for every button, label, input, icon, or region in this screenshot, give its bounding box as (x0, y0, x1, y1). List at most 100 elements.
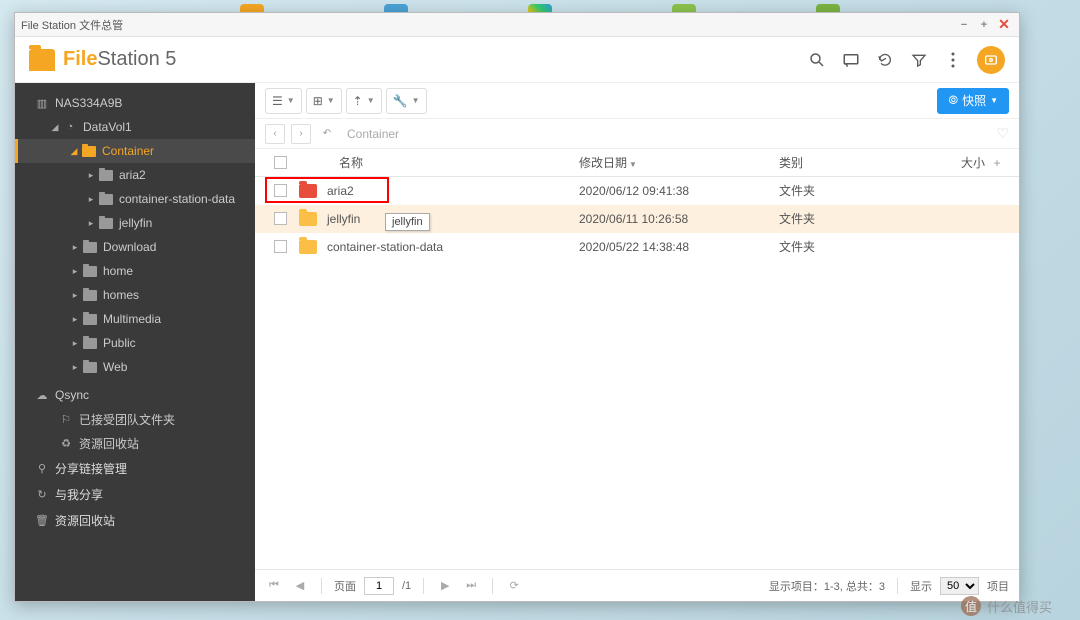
undo-button[interactable]: ↶ (317, 124, 337, 144)
favorite-icon[interactable]: ♡ (996, 125, 1009, 142)
collapse-arrow-icon: ▸ (69, 314, 81, 325)
next-page-button[interactable]: ▶ (436, 577, 454, 595)
tree-folder[interactable]: ▸homes (15, 283, 255, 307)
filter-icon[interactable] (909, 50, 929, 70)
file-name: jellyfin (327, 212, 360, 226)
per-page-select[interactable]: 50 (940, 577, 979, 595)
first-page-button[interactable]: ⏮ (265, 577, 283, 595)
upload-button[interactable]: ⇡▼ (346, 88, 382, 114)
more-icon[interactable] (943, 50, 963, 70)
refresh-icon[interactable] (875, 50, 895, 70)
tree-folder[interactable]: ▸ container-station-data (15, 187, 255, 211)
add-column-button[interactable]: + (985, 156, 1009, 170)
sort-desc-icon: ▼ (629, 160, 637, 169)
tree-qsync-item[interactable]: ⚐已接受团队文件夹 (15, 407, 255, 431)
folder-icon (83, 338, 97, 349)
upload-icon: ⇡ (353, 94, 363, 108)
folder-tree: ▥ NAS334A9B ◢ ◔ DataVol1 ◢ Container ▸ a… (15, 83, 255, 601)
reload-button[interactable]: ⟳ (505, 577, 523, 595)
create-button[interactable]: ⊞▼ (306, 88, 342, 114)
filestation-window: File Station 文件总管 − + ✕ FileStation 5 ▥ … (14, 12, 1020, 602)
view-mode-button[interactable]: ☰▼ (265, 88, 302, 114)
nas-icon: ▥ (35, 97, 49, 110)
cast-icon[interactable] (841, 50, 861, 70)
col-name[interactable]: 名称 (295, 154, 579, 171)
pagination-bar: ⏮ ◀ 页面 /1 ▶ ⏭ ⟳ 显示项目：1-3, 总共：3 显示 50 项目 (255, 569, 1019, 601)
expand-arrow-icon: ◢ (68, 146, 80, 157)
file-name: aria2 (327, 184, 354, 198)
row-checkbox[interactable] (274, 240, 287, 253)
page-input[interactable] (364, 577, 394, 595)
collapse-arrow-icon: ▸ (69, 290, 81, 301)
last-page-button[interactable]: ⏭ (462, 577, 480, 595)
select-all-checkbox[interactable] (274, 156, 287, 169)
tree-qsync-item[interactable]: ♻资源回收站 (15, 431, 255, 455)
tree-folder[interactable]: ▸Multimedia (15, 307, 255, 331)
shared-icon: ↻ (35, 488, 49, 501)
collapse-arrow-icon: ▸ (85, 218, 97, 229)
watermark: 值 什么值得买 (961, 596, 1052, 616)
chevron-down-icon: ▼ (412, 96, 420, 105)
nav-share-links[interactable]: ⚲分享链接管理 (15, 455, 255, 481)
forward-button[interactable]: › (291, 124, 311, 144)
col-date[interactable]: 修改日期▼ (579, 154, 779, 171)
maximize-button[interactable]: + (975, 17, 993, 33)
remote-mount-icon[interactable] (977, 46, 1005, 74)
tree-volume[interactable]: ◢ ◔ DataVol1 (15, 115, 255, 139)
total-pages: /1 (402, 580, 411, 592)
path-bar: ‹ › ↶ Container ♡ (255, 119, 1019, 149)
back-button[interactable]: ‹ (265, 124, 285, 144)
watermark-icon: 值 (961, 596, 981, 616)
folder-icon (83, 266, 97, 277)
app-title: FileStation 5 (63, 48, 176, 71)
prev-page-button[interactable]: ◀ (291, 577, 309, 595)
collapse-arrow-icon: ▸ (69, 338, 81, 349)
folder-icon (83, 362, 97, 373)
folder-icon (83, 290, 97, 301)
showing-text: 显示项目：1-3, 总共：3 (769, 578, 885, 594)
app-header: FileStation 5 (15, 37, 1019, 83)
tree-folder[interactable]: ▸ aria2 (15, 163, 255, 187)
tree-folder[interactable]: ▸Download (15, 235, 255, 259)
folder-icon (99, 170, 113, 181)
folder-icon (83, 314, 97, 325)
folder-icon (299, 212, 317, 226)
items-label: 项目 (987, 578, 1009, 594)
list-icon: ☰ (272, 94, 283, 108)
folder-icon (82, 146, 96, 157)
display-label: 显示 (910, 578, 932, 594)
search-icon[interactable] (807, 50, 827, 70)
action-button[interactable]: 🔧▼ (386, 88, 427, 114)
nav-shared-with-me[interactable]: ↻与我分享 (15, 481, 255, 507)
nav-recycle[interactable]: 🗑资源回收站 (15, 507, 255, 533)
tree-folder-container[interactable]: ◢ Container (15, 139, 255, 163)
window-title: File Station 文件总管 (21, 17, 123, 33)
minimize-button[interactable]: − (955, 17, 973, 33)
folder-icon (99, 194, 113, 205)
tree-folder[interactable]: ▸Public (15, 331, 255, 355)
chevron-down-icon: ▼ (367, 96, 375, 105)
row-checkbox[interactable] (274, 212, 287, 225)
tree-folder[interactable]: ▸home (15, 259, 255, 283)
tree-root[interactable]: ▥ NAS334A9B (15, 91, 255, 115)
table-row[interactable]: jellyfin 2020/06/11 10:26:58 文件夹 (255, 205, 1019, 233)
snapshot-button[interactable]: ⦾ 快照 ▼ (937, 88, 1009, 114)
breadcrumb[interactable]: Container (347, 127, 399, 141)
file-name: container-station-data (327, 240, 443, 254)
window-titlebar: File Station 文件总管 − + ✕ (15, 13, 1019, 37)
table-row[interactable]: container-station-data 2020/05/22 14:38:… (255, 233, 1019, 261)
row-checkbox[interactable] (274, 184, 287, 197)
tree-folder[interactable]: ▸ jellyfin (15, 211, 255, 235)
close-button[interactable]: ✕ (995, 17, 1013, 33)
collapse-arrow-icon: ▸ (69, 362, 81, 373)
col-type[interactable]: 类别 (779, 154, 929, 171)
table-row[interactable]: aria2 2020/06/12 09:41:38 文件夹 (255, 177, 1019, 205)
collapse-arrow-icon: ▸ (69, 242, 81, 253)
disk-icon: ◔ (63, 121, 77, 133)
chevron-down-icon: ▼ (287, 96, 295, 105)
tree-qsync[interactable]: ☁ Qsync (15, 383, 255, 407)
tree-folder[interactable]: ▸Web (15, 355, 255, 379)
main-panel: ☰▼ ⊞▼ ⇡▼ 🔧▼ ⦾ 快照 ▼ ‹ › ↶ Container ♡ (255, 83, 1019, 601)
col-size[interactable]: 大小 (929, 154, 985, 171)
file-type: 文件夹 (779, 210, 929, 227)
